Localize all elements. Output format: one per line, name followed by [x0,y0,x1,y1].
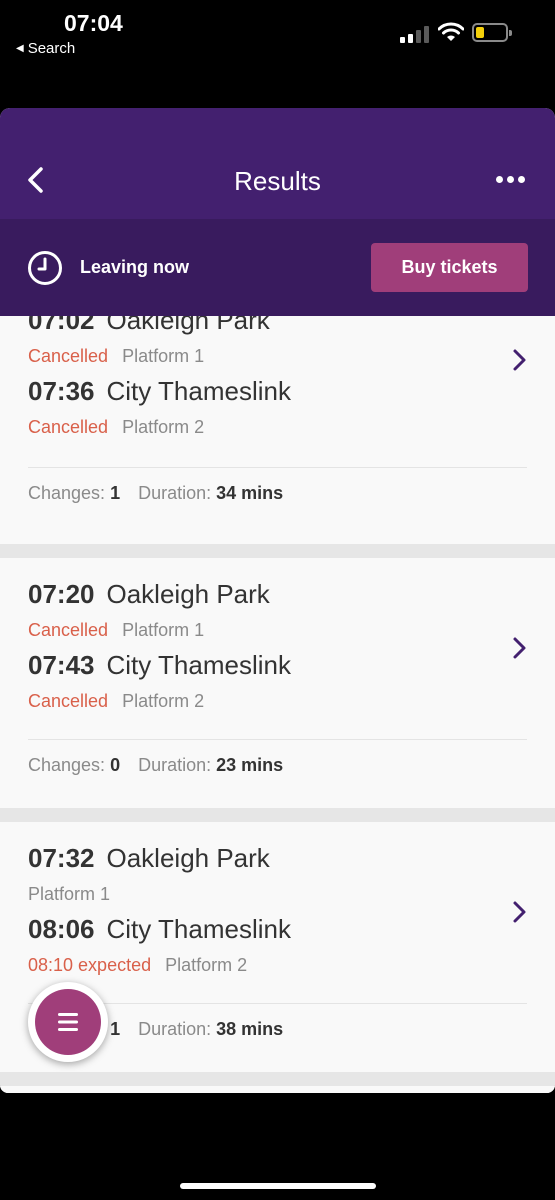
divider [28,739,527,740]
arrival-line: 07:36 City Thameslink [28,376,291,407]
departure-station: Oakleigh Park [106,843,270,873]
chevron-right-icon[interactable] [511,347,529,373]
departure-platform: Platform 1 [122,346,205,366]
journey-duration: 34 mins [216,483,284,503]
journey-summary: Changes: 1 Duration: 34 mins [28,483,284,503]
menu-fab-button[interactable] [28,982,108,1062]
home-indicator[interactable] [180,1183,376,1189]
journey-card[interactable] [0,1086,555,1093]
departure-time: 07:02 [28,316,95,335]
page-title: Results [234,166,321,196]
more-horizontal-icon[interactable] [496,176,525,183]
departure-line: 07:02 Oakleigh Park [28,316,270,336]
arrival-details: 08:10 expected Platform 2 [28,955,247,976]
results-screen: Results Leaving now Buy tickets 07:02 Oak… [0,108,555,1093]
arrival-time: 07:36 [28,376,95,406]
arrival-station: City Thameslink [106,914,291,944]
departure-line: 07:32 Oakleigh Park [28,843,270,874]
departure-time: 07:32 [28,843,95,873]
changes-count: 0 [110,755,121,775]
journey-duration: 38 mins [216,1019,284,1039]
journey-card[interactable]: 07:20 Oakleigh Park Cancelled Platform 1 0… [0,558,555,808]
cellular-signal-icon [400,25,429,43]
back-triangle-icon: ◀ [16,43,24,54]
chevron-right-icon[interactable] [511,899,529,925]
status-time: 07:04 [64,10,123,36]
arrival-line: 07:43 City Thameslink [28,650,291,681]
changes-count: 1 [110,1019,121,1039]
arrival-details: Cancelled Platform 2 [28,417,204,438]
departure-station: Oakleigh Park [106,316,270,335]
header: Results [0,108,555,219]
divider [28,467,527,468]
departure-details: Cancelled Platform 1 [28,346,204,367]
departure-details: Cancelled Platform 1 [28,620,204,641]
arrival-station: City Thameslink [106,376,291,406]
clock-icon[interactable] [27,250,63,286]
chevron-right-icon[interactable] [511,635,529,661]
arrival-line: 08:06 City Thameslink [28,914,291,945]
menu-icon [58,1013,78,1031]
departure-status: Cancelled [28,346,109,366]
arrival-platform: Platform 2 [122,417,205,437]
status-bar: 07:04 ◀ Search [0,0,555,70]
changes-count: 1 [110,483,121,503]
arrival-details: Cancelled Platform 2 [28,691,204,712]
arrival-station: City Thameslink [106,650,291,680]
wifi-icon [438,22,464,41]
status-back-label: Search [27,40,76,57]
arrival-platform: Platform 2 [122,691,205,711]
journey-duration: 23 mins [216,755,284,775]
arrival-time: 07:43 [28,650,95,680]
departure-platform: Platform 1 [28,884,111,904]
arrival-status: 08:10 expected [28,955,152,975]
battery-icon [472,23,512,42]
departure-status: Cancelled [28,620,109,640]
departure-time: 07:20 [28,579,95,609]
journey-summary: Changes: 0 Duration: 23 mins [28,755,284,775]
status-back-link[interactable]: ◀ Search [16,40,75,57]
buy-tickets-button[interactable]: Buy tickets [371,243,528,292]
departure-line: 07:20 Oakleigh Park [28,579,270,610]
departure-platform: Platform 1 [122,620,205,640]
arrival-status: Cancelled [28,691,109,711]
departure-station: Oakleigh Park [106,579,270,609]
arrival-platform: Platform 2 [165,955,248,975]
arrival-time: 08:06 [28,914,95,944]
journey-options-bar: Leaving now Buy tickets [0,219,555,316]
leaving-now-label[interactable]: Leaving now [80,257,189,278]
arrival-status: Cancelled [28,417,109,437]
journey-list: 07:02 Oakleigh Park Cancelled Platform 1 0… [0,316,555,1093]
journey-card[interactable]: 07:02 Oakleigh Park Cancelled Platform 1 0… [0,316,555,544]
departure-details: Platform 1 [28,884,110,905]
